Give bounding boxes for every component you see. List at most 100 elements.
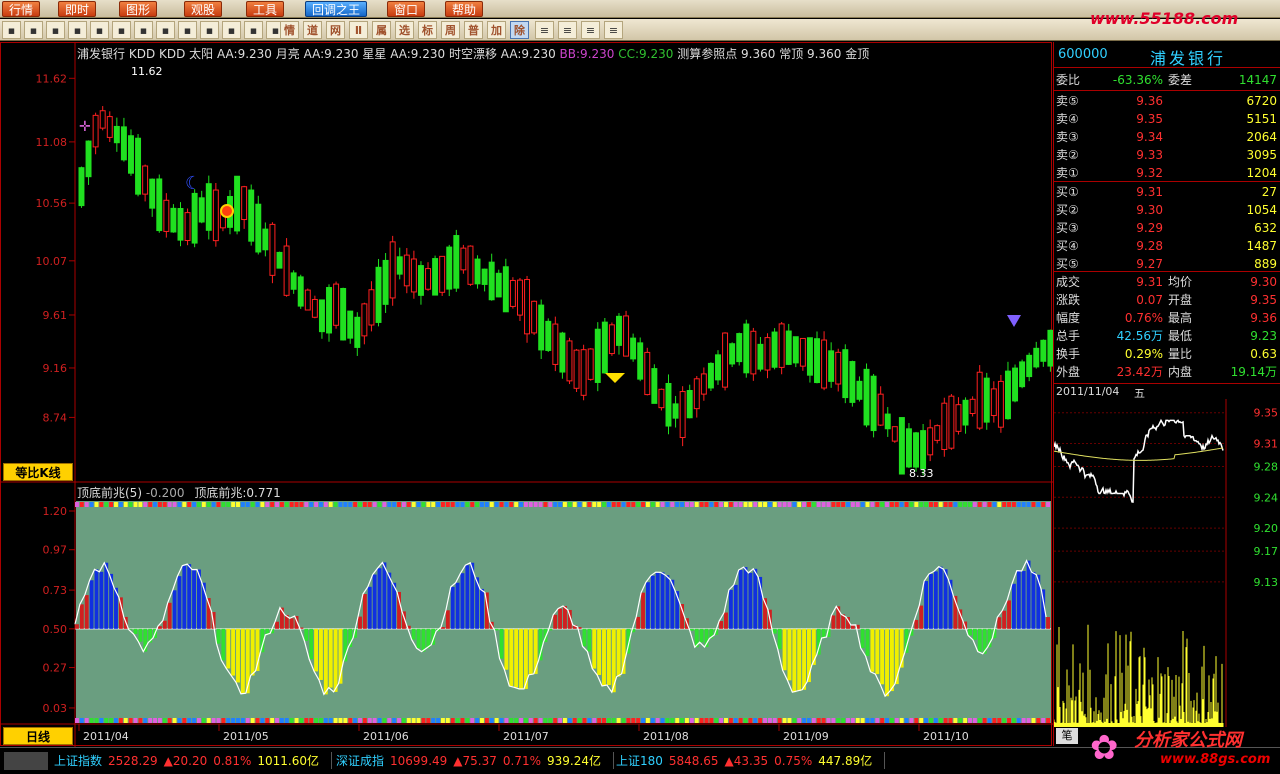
- toolbar-icon-5[interactable]: ▪: [112, 21, 131, 39]
- menu-6[interactable]: 窗口: [387, 1, 426, 17]
- indicator-axis-label: 0.97: [43, 544, 68, 557]
- signal-strip-top: [777, 502, 782, 507]
- toolbar-icon-10[interactable]: ▪: [222, 21, 241, 39]
- candle-body: [375, 266, 382, 323]
- signal-strip-bottom: [660, 718, 665, 723]
- toolbar-icon-8[interactable]: ▪: [178, 21, 197, 39]
- signal-strip-top: [455, 502, 460, 507]
- period-badge[interactable]: 日线: [3, 727, 73, 745]
- indicator-name2: 顶底前兆: [194, 486, 243, 500]
- candle-body: [920, 430, 927, 470]
- toolbar-text-button-5[interactable]: 选: [395, 21, 414, 39]
- indicator-bar: [157, 626, 162, 629]
- indicator-bar: [421, 628, 426, 652]
- signal-strip-bottom: [314, 718, 319, 723]
- index-quote-2[interactable]: 上证180 5848.65 ▲43.35 0.75% 447.89亿: [616, 752, 886, 769]
- toolbar-icon-4[interactable]: ▪: [90, 21, 109, 39]
- signal-strip-bottom: [319, 718, 323, 723]
- signal-strip-bottom: [577, 718, 582, 723]
- price-axis-label: 11.08: [36, 136, 68, 149]
- toolbar-tail-icon-2[interactable]: ≡: [581, 21, 600, 39]
- toolbar-icon-11[interactable]: ▪: [244, 21, 263, 39]
- toolbar-text-button-2[interactable]: 网: [326, 21, 345, 39]
- toolbar-icon-0[interactable]: ▪: [2, 21, 21, 39]
- signal-strip-top: [431, 502, 436, 507]
- toolbar-icon-6[interactable]: ▪: [134, 21, 153, 39]
- candle-body: [347, 310, 354, 339]
- kline-chart-area[interactable]: 11.62 11.08 10.56 10.07 9.61 9.16 8.74 11.62 8.3…: [0, 42, 1053, 747]
- menu-3[interactable]: 观股: [184, 1, 223, 17]
- candle-body: [495, 272, 502, 298]
- signal-strip-top: [279, 502, 284, 507]
- bid-row-2: 买③ 9.29 632: [1054, 219, 1280, 237]
- toolbar-text-button-4[interactable]: 属: [372, 21, 391, 39]
- menu-2[interactable]: 图形: [119, 1, 158, 17]
- candlestick-chart[interactable]: 11.62 11.08 10.56 10.07 9.61 9.16 8.74 11.62 8.3…: [1, 43, 1053, 747]
- signal-strip-top: [401, 502, 406, 507]
- candle-body: [955, 404, 962, 432]
- toolbar-tail-icon-1[interactable]: ≡: [558, 21, 577, 39]
- toolbar-text-button-10[interactable]: 除: [510, 21, 529, 39]
- trade-detail-tab[interactable]: 笔: [1056, 728, 1078, 744]
- indicator-bar: [450, 586, 455, 629]
- toolbar-text-button-7[interactable]: 周: [441, 21, 460, 39]
- toolbar-text-button-1[interactable]: 道: [303, 21, 322, 39]
- signal-strip-bottom: [919, 718, 924, 723]
- signal-strip-top: [587, 502, 592, 507]
- signal-strip-bottom: [84, 718, 89, 723]
- scale-mode-badge[interactable]: 等比K线: [3, 463, 73, 481]
- signal-strip-bottom: [836, 718, 841, 723]
- toolbar: ▪ ▪ ▪ ▪ ▪ ▪ ▪ ▪ ▪ ▪ ▪ ▪ ▪ 情道网 Ⅱ 属选标周普加除 ≡ ≡ ≡ ≡: [0, 19, 1280, 41]
- toolbar-icon-7[interactable]: ▪: [156, 21, 175, 39]
- candle-body: [913, 432, 920, 468]
- menu-0[interactable]: 行情: [2, 1, 41, 17]
- candle-body: [792, 336, 799, 364]
- toolbar-text-button-0[interactable]: 情: [280, 21, 299, 39]
- toolbar-text-button-3[interactable]: Ⅱ: [349, 21, 368, 39]
- signal-strip-top: [558, 502, 563, 507]
- toolbar-icon-1[interactable]: ▪: [24, 21, 43, 39]
- signal-strip-top: [397, 502, 401, 507]
- signal-strip-top: [675, 502, 680, 507]
- status-left-button[interactable]: [4, 752, 48, 770]
- toolbar-icon-2[interactable]: ▪: [46, 21, 65, 39]
- signal-strip-bottom: [104, 718, 109, 723]
- menu-5[interactable]: 回调之王: [305, 1, 368, 17]
- indicator-bar: [1002, 610, 1007, 629]
- signal-strip-bottom: [304, 718, 309, 723]
- toolbar-tail-icon-0[interactable]: ≡: [535, 21, 554, 39]
- signal-strip-bottom: [909, 718, 914, 723]
- signal-strip-bottom: [231, 718, 236, 723]
- signal-strip-bottom: [1007, 718, 1011, 723]
- indicator-bar: [689, 628, 694, 631]
- toolbar-tail-icon-3[interactable]: ≡: [604, 21, 623, 39]
- signal-strip-bottom: [694, 718, 699, 723]
- menu-7[interactable]: 帮助: [445, 1, 484, 17]
- intraday-minute-chart[interactable]: 9.35 9.31 9.28 9.24 9.20 9.17 9.13: [1054, 399, 1280, 727]
- signal-strip-bottom: [367, 718, 372, 723]
- candle-body: [686, 389, 693, 419]
- candle-body: [658, 388, 665, 409]
- indicator-bar: [719, 621, 724, 629]
- toolbar-text-button-6[interactable]: 标: [418, 21, 437, 39]
- signal-strip-bottom: [728, 718, 733, 723]
- signal-strip-top: [572, 502, 577, 507]
- signal-strip-top: [836, 502, 841, 507]
- toolbar-text-button-9[interactable]: 加: [487, 21, 506, 39]
- index-quote-1[interactable]: 深证成指 10699.49 ▲75.37 0.71% 939.24亿: [336, 752, 614, 769]
- signal-strip-bottom: [406, 718, 411, 723]
- signal-strip-bottom: [948, 718, 953, 723]
- menu-4[interactable]: 工具: [246, 1, 285, 17]
- legend-item-17: 金顶: [845, 47, 870, 61]
- toolbar-icon-3[interactable]: ▪: [68, 21, 87, 39]
- toolbar-text-button-8[interactable]: 普: [464, 21, 483, 39]
- indicator-bar: [665, 575, 670, 629]
- toolbar-icon-9[interactable]: ▪: [200, 21, 219, 39]
- menu-1[interactable]: 即时: [58, 1, 97, 17]
- indicator-bar: [616, 628, 621, 677]
- signal-strip-top: [445, 502, 450, 507]
- signal-strip-bottom: [338, 718, 343, 723]
- signal-strip-bottom: [997, 718, 1002, 723]
- indicator-bar: [582, 628, 587, 647]
- index-quote-0[interactable]: 上证指数 2528.29 ▲20.20 0.81% 1011.60亿: [54, 752, 332, 769]
